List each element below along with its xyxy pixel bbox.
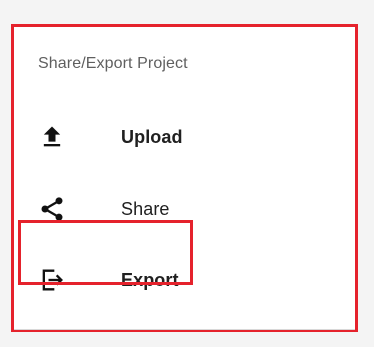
menu-title: Share/Export Project [38, 55, 188, 72]
screen: Share/Export Project Upload Share Export [0, 0, 374, 347]
bottom-divider [14, 329, 355, 330]
upload-icon [38, 123, 66, 151]
export-label: Export [121, 270, 179, 290]
export-menu-item[interactable]: Export [14, 252, 355, 308]
export-icon [38, 266, 66, 294]
share-label: Share [121, 199, 170, 219]
share-icon [38, 195, 66, 223]
share-menu-item[interactable]: Share [14, 181, 355, 237]
upload-menu-item[interactable]: Upload [14, 109, 355, 165]
upload-label: Upload [121, 127, 183, 147]
share-export-menu: Share/Export Project Upload Share Export [11, 24, 358, 332]
